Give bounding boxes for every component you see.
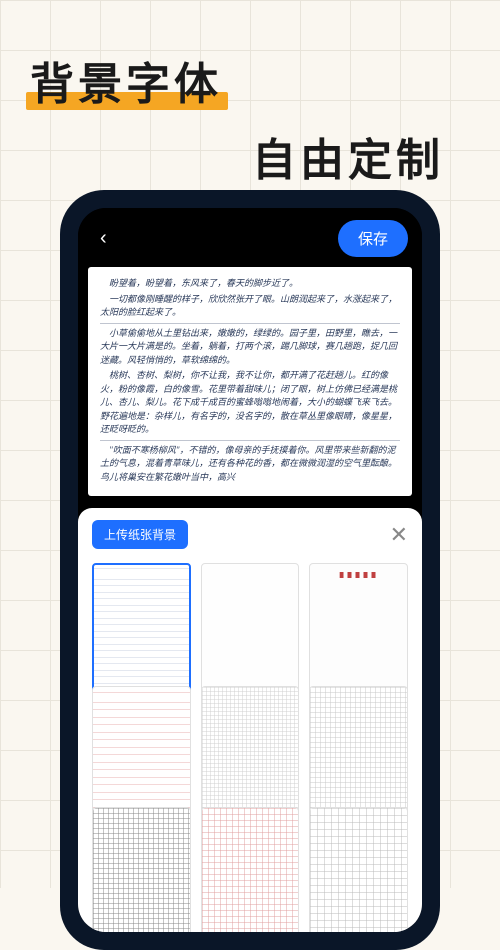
headline-section: 背景字体 自由定制 [0, 0, 500, 208]
document-line: "吹面不寒杨柳风"，不错的，像母亲的手抚摸着你。风里带来些新翻的泥土的气息，混着… [100, 444, 400, 485]
headline-line1: 背景字体 [30, 48, 222, 112]
phone-frame: ‹ 保存 盼望着，盼望着，东风来了，春天的脚步近了。一切都像刚睡醒的样子，欣欣然… [60, 190, 440, 950]
background-option-grid-red[interactable] [201, 807, 300, 932]
document-line: 小草偷偷地从土里钻出来，嫩嫩的，绿绿的。园子里，田野里，瞧去，一大片一大片满是的… [100, 327, 400, 368]
document-preview: 盼望着，盼望着，东风来了，春天的脚步近了。一切都像刚睡醒的样子，欣欣然张开了眼。… [88, 267, 412, 496]
document-line: 盼望着，盼望着，东风来了，春天的脚步近了。 [100, 277, 400, 291]
phone-screen: ‹ 保存 盼望着，盼望着，东风来了，春天的脚步近了。一切都像刚睡醒的样子，欣欣然… [78, 208, 422, 932]
top-bar: ‹ 保存 [78, 208, 422, 267]
background-option-blank[interactable] [201, 563, 300, 695]
upload-background-button[interactable]: 上传纸张背景 [92, 520, 188, 549]
close-button[interactable]: ✕ [390, 524, 408, 546]
document-divider [100, 323, 400, 324]
back-button[interactable]: ‹ [92, 223, 115, 254]
chevron-left-icon: ‹ [100, 227, 107, 249]
background-option-lined-red[interactable] [92, 686, 191, 818]
background-option-grid-wide[interactable] [309, 807, 408, 932]
background-option-grid-dark[interactable] [92, 807, 191, 932]
sheet-header: 上传纸张背景 ✕ [78, 508, 422, 559]
background-picker-sheet: 上传纸张背景 ✕ [78, 508, 422, 932]
document-text: 盼望着，盼望着，东风来了，春天的脚步近了。一切都像刚睡醒的样子，欣欣然张开了眼。… [100, 277, 400, 484]
background-options-grid [78, 559, 422, 932]
background-option-lined-blue[interactable] [92, 563, 191, 695]
headline-line2: 自由定制 [30, 124, 444, 188]
save-button[interactable]: 保存 [338, 220, 408, 257]
document-line: 桃树、杏树、梨树，你不让我，我不让你，都开满了花赶趟儿。红的像火，粉的像霞，白的… [100, 369, 400, 437]
document-divider [100, 440, 400, 441]
document-line: 一切都像刚睡醒的样子，欣欣然张开了眼。山朗润起来了，水涨起来了，太阳的脸红起来了… [100, 293, 400, 320]
background-option-letterhead[interactable] [309, 563, 408, 695]
background-option-grid-small[interactable] [201, 686, 300, 818]
close-icon: ✕ [390, 522, 408, 547]
background-option-grid-med[interactable] [309, 686, 408, 818]
